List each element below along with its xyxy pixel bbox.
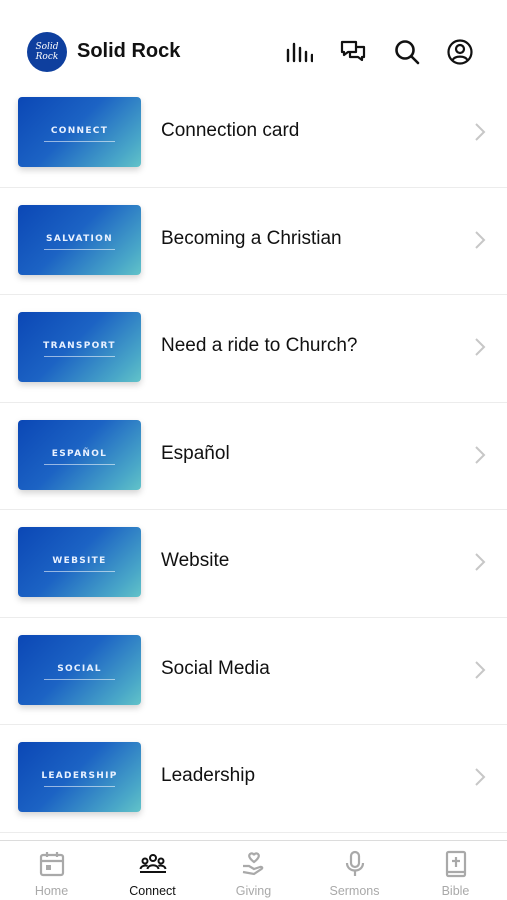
church-logo[interactable]: Solid Rock	[27, 32, 67, 72]
chevron-right-icon	[475, 660, 486, 679]
tab-label: Sermons	[329, 884, 380, 898]
calendar-icon	[39, 852, 64, 877]
thumbnail-underline	[44, 463, 115, 465]
list-item-title: Need a ride to Church?	[161, 335, 358, 356]
transport-thumbnail: TRANSPORT	[18, 312, 141, 382]
espanol-thumbnail: ESPAÑOL	[18, 419, 141, 490]
tab-label: Home	[34, 884, 69, 898]
chevron-right-icon	[475, 553, 486, 571]
list-item-title: Connection card	[161, 120, 300, 141]
thumbnail-label: ESPAÑOL	[51, 448, 108, 459]
thumbnail-underline	[44, 141, 115, 142]
list-item-title: Website	[161, 550, 230, 571]
thumbnail-label: LEADERSHIP	[41, 771, 118, 781]
chevron-right-icon	[475, 123, 486, 141]
list-item-title: Social Media	[161, 657, 270, 679]
leadership-thumbnail: LEADERSHIP	[18, 742, 141, 812]
social-thumbnail: SOCIAL	[18, 634, 141, 705]
thumbnail-underline	[44, 678, 115, 680]
thumbnail-label: SALVATION	[46, 233, 113, 244]
tab-giving[interactable]: Giving	[203, 841, 304, 900]
list-item[interactable]: TRANSPORT Need a ride to Church?	[0, 295, 507, 403]
list-item-title: Leadership	[161, 765, 256, 786]
thumbnail-label: SOCIAL	[57, 663, 102, 674]
website-thumbnail: WEBSITE	[18, 527, 141, 597]
list-item-title: Español	[161, 442, 230, 464]
list-item[interactable]: CONNECT Connection card	[0, 80, 507, 188]
giving-icon	[242, 852, 263, 876]
list-item[interactable]: ESPAÑOL Español	[0, 403, 507, 510]
app-title: Solid Rock	[77, 40, 181, 62]
chevron-right-icon	[475, 445, 486, 464]
list-item[interactable]: SOCIAL Social Media	[0, 618, 507, 725]
tab-connect[interactable]: Connect	[102, 841, 203, 900]
thumbnail-underline	[44, 786, 115, 787]
tab-label: Connect	[129, 884, 176, 898]
chevron-right-icon	[475, 230, 486, 249]
tab-label: Giving	[235, 884, 272, 898]
profile-icon[interactable]	[446, 38, 474, 66]
thumbnail-label: CONNECT	[50, 126, 109, 136]
stats-icon[interactable]	[285, 38, 313, 66]
search-icon[interactable]	[393, 38, 421, 66]
microphone-icon	[345, 850, 364, 876]
list-item[interactable]: WEBSITE Website	[0, 510, 507, 618]
group-icon	[139, 854, 166, 873]
chevron-right-icon	[475, 768, 486, 786]
connect-list: CONNECT Connection card SALVATION Becomi…	[0, 80, 507, 833]
thumbnail-label: WEBSITE	[52, 556, 107, 566]
thumbnail-underline	[44, 571, 115, 572]
tab-label: Bible	[441, 884, 470, 898]
list-item[interactable]: LEADERSHIP Leadership	[0, 725, 507, 833]
thumbnail-label: TRANSPORT	[43, 341, 116, 351]
chevron-right-icon	[475, 338, 486, 356]
bottom-tab-bar: Home Connect Giving Sermons Bible	[0, 840, 507, 900]
chat-icon[interactable]	[339, 38, 367, 66]
tab-home[interactable]: Home	[1, 841, 102, 900]
tab-bible[interactable]: Bible	[405, 841, 506, 900]
connect-thumbnail: CONNECT	[18, 97, 141, 167]
salvation-thumbnail: SALVATION	[18, 204, 141, 275]
bible-icon	[445, 850, 466, 878]
list-item-title: Becoming a Christian	[161, 227, 342, 249]
logo-text: Solid Rock	[35, 42, 59, 62]
list-item[interactable]: SALVATION Becoming a Christian	[0, 188, 507, 295]
tab-sermons[interactable]: Sermons	[304, 841, 405, 900]
thumbnail-underline	[44, 248, 115, 250]
thumbnail-underline	[44, 356, 115, 357]
